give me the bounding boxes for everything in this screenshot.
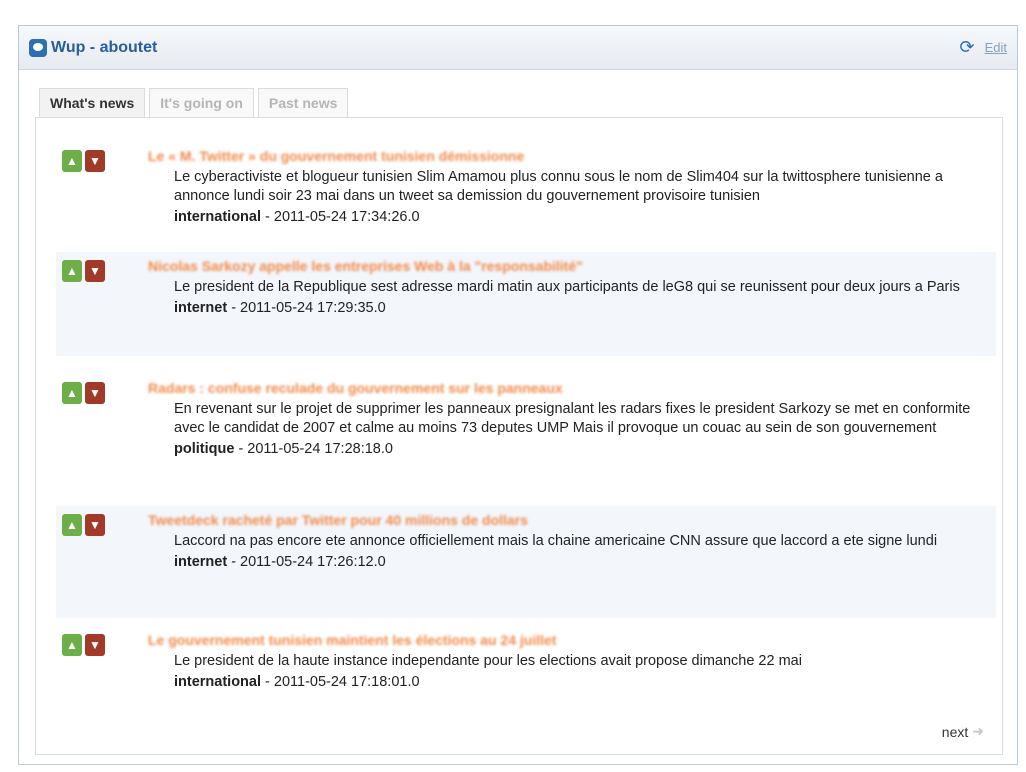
news-title[interactable]: Tweetdeck racheté par Twitter pour 40 mi… bbox=[148, 512, 988, 528]
news-category: international bbox=[174, 674, 262, 690]
tab-its-going-on[interactable]: It's going on bbox=[149, 88, 254, 118]
vote-icons: ▲ ▼ bbox=[62, 514, 105, 536]
news-meta: internet - 2011-05-24 17:26:12.0 bbox=[174, 554, 988, 570]
news-title[interactable]: Le « M. Twitter » du gouvernement tunisi… bbox=[148, 148, 988, 164]
news-meta: internet - 2011-05-24 17:29:35.0 bbox=[174, 300, 988, 316]
news-body: Le president de la Republique sest adres… bbox=[174, 279, 960, 295]
thumbs-up-icon[interactable]: ▲ bbox=[62, 634, 82, 656]
thumbs-down-icon[interactable]: ▼ bbox=[85, 514, 105, 536]
news-title[interactable]: Radars : confuse reculade du gouvernemen… bbox=[148, 380, 988, 396]
news-timestamp: - 2011-05-24 17:18:01.0 bbox=[261, 674, 420, 690]
thumbs-up-icon[interactable]: ▲ bbox=[62, 150, 82, 172]
news-item: ▲ ▼ Le « M. Twitter » du gouvernement tu… bbox=[56, 142, 996, 231]
news-body: Le president de la haute instance indepe… bbox=[174, 653, 802, 669]
thumbs-up-icon[interactable]: ▲ bbox=[62, 382, 82, 404]
news-category: politique bbox=[174, 441, 235, 457]
thumbs-down-icon[interactable]: ▼ bbox=[85, 260, 105, 282]
widget-title: Wup - aboutet bbox=[51, 38, 158, 56]
news-panel: ▲ ▼ Le « M. Twitter » du gouvernement tu… bbox=[35, 117, 1003, 755]
widget-header: Wup - aboutet ⟳ Edit bbox=[19, 26, 1017, 70]
news-item: ▲ ▼ Le gouvernement tunisien maintient l… bbox=[56, 626, 996, 696]
tab-bar: What's news It's going on Past news bbox=[39, 88, 349, 118]
news-title[interactable]: Nicolas Sarkozy appelle les entreprises … bbox=[148, 258, 988, 274]
news-item: ▲ ▼ Radars : confuse reculade du gouvern… bbox=[56, 374, 996, 463]
refresh-icon[interactable]: ⟳ bbox=[960, 38, 975, 56]
thumbs-down-icon[interactable]: ▼ bbox=[85, 634, 105, 656]
news-item: ▲ ▼ Tweetdeck racheté par Twitter pour 4… bbox=[56, 506, 996, 618]
tab-whats-news[interactable]: What's news bbox=[39, 88, 146, 118]
news-timestamp: - 2011-05-24 17:26:12.0 bbox=[227, 554, 386, 570]
chat-bubble-icon bbox=[29, 38, 47, 57]
header-tools: ⟳ Edit bbox=[960, 38, 1008, 56]
thumbs-down-icon[interactable]: ▼ bbox=[85, 382, 105, 404]
news-category: internet bbox=[174, 300, 228, 316]
news-category: international bbox=[174, 209, 262, 225]
news-item: ▲ ▼ Nicolas Sarkozy appelle les entrepri… bbox=[56, 252, 996, 356]
next-label: next bbox=[941, 723, 969, 740]
news-meta: politique - 2011-05-24 17:28:18.0 bbox=[174, 441, 988, 457]
news-timestamp: - 2011-05-24 17:29:35.0 bbox=[227, 300, 386, 316]
thumbs-down-icon[interactable]: ▼ bbox=[85, 150, 105, 172]
news-timestamp: - 2011-05-24 17:34:26.0 bbox=[261, 209, 420, 225]
news-title[interactable]: Le gouvernement tunisien maintient les é… bbox=[148, 632, 988, 648]
news-widget: Wup - aboutet ⟳ Edit What's news It's go… bbox=[18, 25, 1018, 765]
thumbs-up-icon[interactable]: ▲ bbox=[62, 260, 82, 282]
tab-past-news[interactable]: Past news bbox=[257, 88, 349, 118]
news-category: internet bbox=[174, 554, 228, 570]
news-meta: international - 2011-05-24 17:18:01.0 bbox=[174, 674, 988, 690]
thumbs-up-icon[interactable]: ▲ bbox=[62, 514, 82, 536]
vote-icons: ▲ ▼ bbox=[62, 634, 105, 656]
news-body: Le cyberactiviste et blogueur tunisien S… bbox=[174, 169, 943, 204]
vote-icons: ▲ ▼ bbox=[62, 150, 105, 172]
edit-link[interactable]: Edit bbox=[985, 40, 1007, 55]
news-timestamp: - 2011-05-24 17:28:18.0 bbox=[234, 441, 393, 457]
arrow-right-icon: ➜ bbox=[972, 723, 984, 739]
vote-icons: ▲ ▼ bbox=[62, 260, 105, 282]
news-body: En revenant sur le projet de supprimer l… bbox=[174, 401, 971, 436]
news-body: Laccord na pas encore ete annonce offici… bbox=[174, 533, 938, 549]
vote-icons: ▲ ▼ bbox=[62, 382, 105, 404]
news-meta: international - 2011-05-24 17:34:26.0 bbox=[174, 209, 988, 225]
next-page-link[interactable]: next ➜ bbox=[942, 723, 984, 740]
